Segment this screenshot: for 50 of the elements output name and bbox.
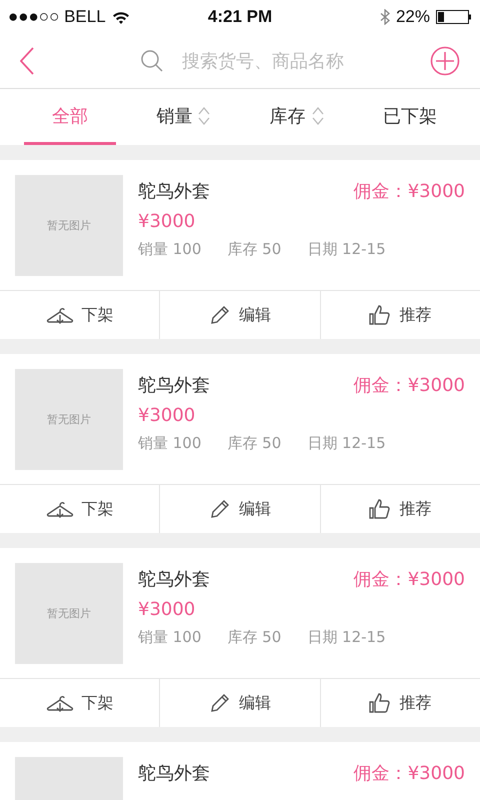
thumbs-up-icon [369, 499, 392, 519]
commission-text: 佣金：¥3000 [354, 374, 465, 397]
commission-text: 佣金：¥3000 [354, 568, 465, 591]
pencil-icon [208, 498, 231, 520]
product-stat: 库存 50 [227, 628, 282, 647]
product-stat: 日期 12-15 [307, 240, 386, 259]
pencil-icon [208, 304, 231, 326]
product-stat: 销量 100 [138, 628, 202, 647]
filter-tab[interactable]: 已下架 [364, 89, 456, 145]
sort-icon [198, 106, 210, 126]
product-name: 鸵鸟外套 [138, 180, 210, 203]
bluetooth-icon [380, 9, 390, 25]
search-icon [140, 49, 164, 73]
no-image-text: 暂无图片 [47, 412, 91, 427]
filter-tab[interactable]: 库存 [250, 89, 343, 145]
product-stat: 库存 50 [227, 240, 282, 259]
product-name: 鸵鸟外套 [138, 762, 210, 785]
commission-text: 佣金：¥3000 [354, 762, 465, 785]
no-image-text: 暂无图片 [47, 218, 91, 233]
thumbs-up-icon [369, 305, 392, 325]
add-icon[interactable] [430, 46, 460, 76]
product-name: 鸵鸟外套 [138, 374, 210, 397]
battery-icon [436, 10, 472, 24]
clock-time: 4:21 PM [208, 7, 272, 27]
product-stat: 日期 12-15 [307, 628, 386, 647]
back-icon[interactable] [20, 47, 34, 75]
product-card[interactable]: 鸵鸟外套 佣金：¥3000 [0, 742, 480, 800]
product-price: ¥3000 [138, 405, 196, 426]
product-stat: 销量 100 [138, 434, 202, 453]
sort-icon [312, 106, 324, 126]
battery-percent: 22% [396, 7, 430, 27]
product-stat: 销量 100 [138, 240, 202, 259]
product-card[interactable]: 暂无图片 鸵鸟外套 佣金：¥3000 ¥3000 销量 100 库存 50 日期 12-15 下架 编辑 推荐 [0, 160, 480, 339]
wifi-icon [112, 10, 130, 24]
product-stat: 日期 12-15 [307, 434, 386, 453]
hanger-icon [46, 693, 74, 713]
pencil-icon [208, 692, 231, 714]
carrier-name: ●●●○○ BELL [8, 7, 106, 27]
hanger-icon [46, 305, 74, 325]
filter-tab[interactable]: 销量 [137, 89, 230, 145]
product-name: 鸵鸟外套 [138, 568, 210, 591]
no-image-text: 暂无图片 [47, 606, 91, 621]
product-card[interactable]: 暂无图片 鸵鸟外套 佣金：¥3000 ¥3000 销量 100 库存 50 日期 12-15 下架 编辑 推荐 [0, 548, 480, 727]
hanger-icon [46, 499, 74, 519]
product-price: ¥3000 [138, 211, 196, 232]
commission-text: 佣金：¥3000 [354, 180, 465, 203]
thumbs-up-icon [369, 693, 392, 713]
product-stat: 库存 50 [227, 434, 282, 453]
product-price: ¥3000 [138, 599, 196, 620]
product-card[interactable]: 暂无图片 鸵鸟外套 佣金：¥3000 ¥3000 销量 100 库存 50 日期 12-15 下架 编辑 推荐 [0, 354, 480, 533]
